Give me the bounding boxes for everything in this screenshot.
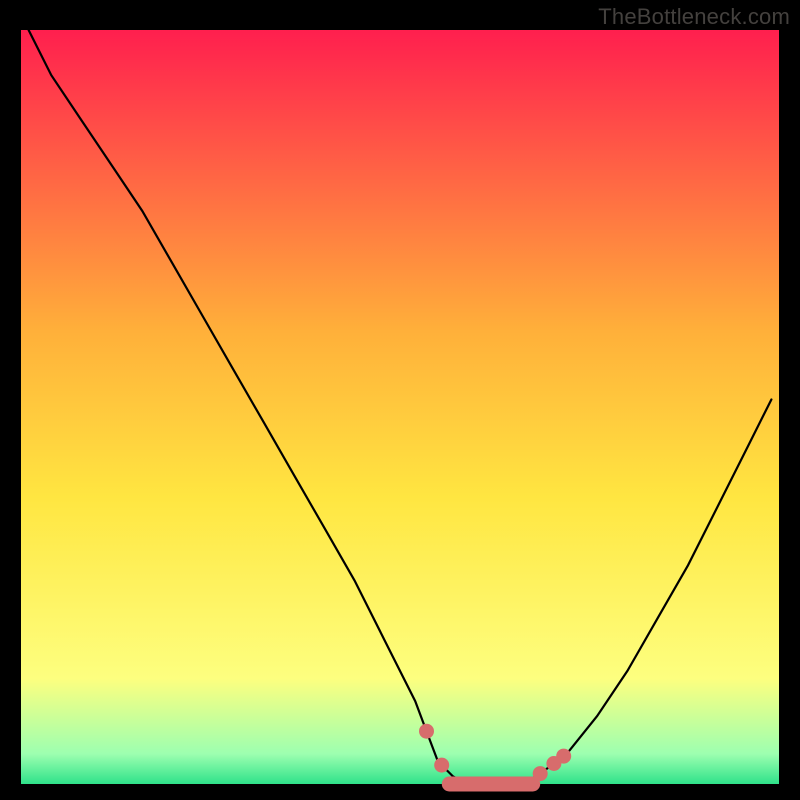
bottleneck-chart — [0, 0, 800, 800]
marker-dot — [556, 749, 571, 764]
marker-dot — [419, 724, 434, 739]
marker-dot — [434, 758, 449, 773]
chart-stage: { "watermark": "TheBottleneck.com", "col… — [0, 0, 800, 800]
watermark-text: TheBottleneck.com — [598, 4, 790, 30]
